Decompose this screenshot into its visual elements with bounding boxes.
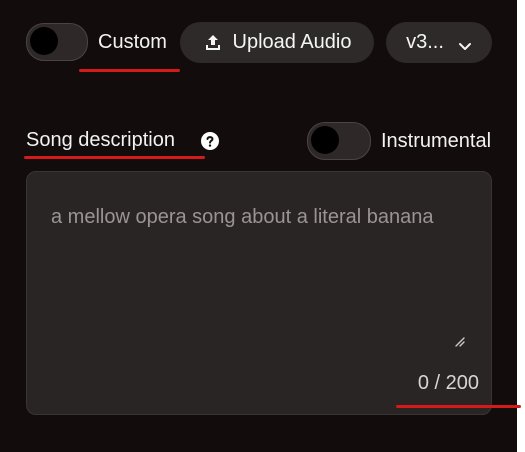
instrumental-label: Instrumental	[381, 130, 492, 152]
window-edge	[517, 0, 525, 452]
upload-icon	[203, 33, 223, 53]
custom-toggle-knob	[30, 27, 58, 55]
instrumental-toggle[interactable]	[307, 122, 371, 160]
counter-annotation-underline	[396, 405, 521, 408]
question-circle-icon[interactable]	[201, 132, 219, 150]
song-description-annotation-underline	[24, 156, 205, 159]
resize-handle-icon[interactable]	[455, 334, 465, 347]
custom-toggle[interactable]	[26, 23, 88, 61]
upload-audio-button[interactable]: Upload Audio	[180, 22, 374, 63]
version-select[interactable]: v3...	[386, 22, 492, 63]
song-description-placeholder: a mellow opera song about a literal bana…	[51, 206, 434, 228]
character-counter: 0 / 200	[417, 372, 479, 394]
custom-label: Custom	[98, 31, 167, 53]
upload-audio-label: Upload Audio	[232, 31, 352, 53]
song-description-input[interactable]: a mellow opera song about a literal bana…	[26, 171, 492, 415]
chevron-down-icon	[458, 36, 472, 50]
song-description-heading: Song description	[26, 129, 175, 151]
version-label: v3...	[406, 31, 444, 53]
custom-annotation-underline	[79, 69, 180, 72]
instrumental-toggle-knob	[311, 126, 339, 154]
